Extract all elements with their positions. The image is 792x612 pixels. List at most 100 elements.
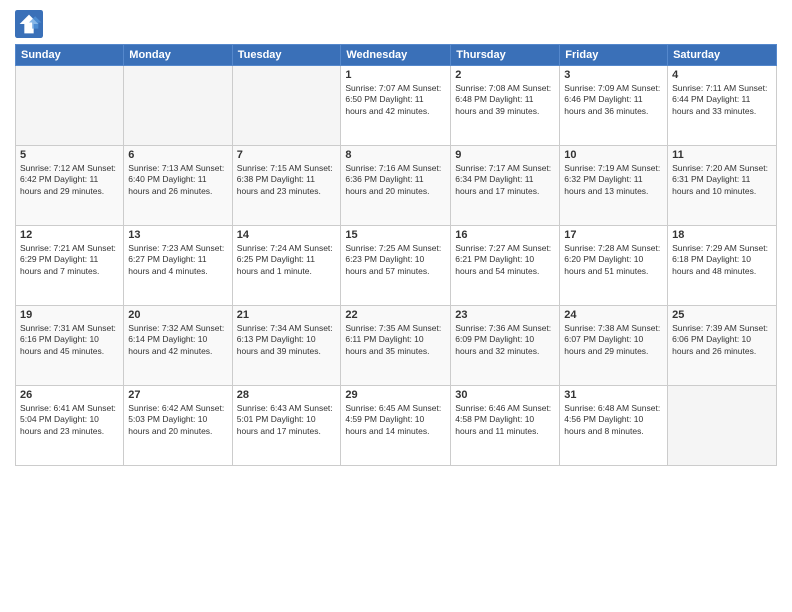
day-info: Sunrise: 7:13 AM Sunset: 6:40 PM Dayligh… [128,163,227,197]
day-info: Sunrise: 6:42 AM Sunset: 5:03 PM Dayligh… [128,403,227,437]
day-info: Sunrise: 7:19 AM Sunset: 6:32 PM Dayligh… [564,163,663,197]
day-header-thursday: Thursday [451,45,560,66]
day-number: 3 [564,69,663,81]
day-number: 29 [345,389,446,401]
calendar-cell: 8 Sunrise: 7:16 AM Sunset: 6:36 PM Daylig… [341,146,451,226]
day-info: Sunrise: 7:39 AM Sunset: 6:06 PM Dayligh… [672,323,772,357]
day-header-wednesday: Wednesday [341,45,451,66]
day-number: 4 [672,69,772,81]
day-info: Sunrise: 7:23 AM Sunset: 6:27 PM Dayligh… [128,243,227,277]
day-number: 8 [345,149,446,161]
day-number: 17 [564,229,663,241]
day-info: Sunrise: 7:16 AM Sunset: 6:36 PM Dayligh… [345,163,446,197]
day-number: 30 [455,389,555,401]
calendar-cell: 15 Sunrise: 7:25 AM Sunset: 6:23 PM Dayli… [341,226,451,306]
calendar-week-row: 12Sunrise: 7:21 AM Sunset: 6:29 PM Dayli… [16,226,777,306]
day-info: Sunrise: 7:32 AM Sunset: 6:14 PM Dayligh… [128,323,227,357]
day-number: 15 [345,229,446,241]
day-info: Sunrise: 6:43 AM Sunset: 5:01 PM Dayligh… [237,403,337,437]
day-info: Sunrise: 7:29 AM Sunset: 6:18 PM Dayligh… [672,243,772,277]
calendar-cell [16,66,124,146]
day-number: 26 [20,389,119,401]
calendar-cell [668,386,777,466]
calendar-cell: 11Sunrise: 7:20 AM Sunset: 6:31 PM Dayli… [668,146,777,226]
day-info: Sunrise: 7:36 AM Sunset: 6:09 PM Dayligh… [455,323,555,357]
day-info: Sunrise: 7:11 AM Sunset: 6:44 PM Dayligh… [672,83,772,117]
day-header-friday: Friday [560,45,668,66]
day-number: 18 [672,229,772,241]
logo [15,10,47,38]
day-number: 2 [455,69,555,81]
calendar: SundayMondayTuesdayWednesdayThursdayFrid… [15,44,777,466]
calendar-cell: 23 Sunrise: 7:36 AM Sunset: 6:09 PM Dayli… [451,306,560,386]
day-number: 31 [564,389,663,401]
day-info: Sunrise: 7:21 AM Sunset: 6:29 PM Dayligh… [20,243,119,277]
day-number: 9 [455,149,555,161]
calendar-cell: 2 Sunrise: 7:08 AM Sunset: 6:48 PM Daylig… [451,66,560,146]
calendar-week-row: 26 Sunrise: 6:41 AM Sunset: 5:04 PM Dayli… [16,386,777,466]
day-info: Sunrise: 6:48 AM Sunset: 4:56 PM Dayligh… [564,403,663,437]
calendar-cell: 27 Sunrise: 6:42 AM Sunset: 5:03 PM Dayli… [124,386,232,466]
day-info: Sunrise: 7:15 AM Sunset: 6:38 PM Dayligh… [237,163,337,197]
day-info: Sunrise: 6:45 AM Sunset: 4:59 PM Dayligh… [345,403,446,437]
calendar-cell: 30 Sunrise: 6:46 AM Sunset: 4:58 PM Dayli… [451,386,560,466]
day-info: Sunrise: 7:25 AM Sunset: 6:23 PM Dayligh… [345,243,446,277]
calendar-cell: 31 Sunrise: 6:48 AM Sunset: 4:56 PM Dayli… [560,386,668,466]
calendar-cell: 28 Sunrise: 6:43 AM Sunset: 5:01 PM Dayli… [232,386,341,466]
day-info: Sunrise: 7:08 AM Sunset: 6:48 PM Dayligh… [455,83,555,117]
day-number: 27 [128,389,227,401]
day-number: 16 [455,229,555,241]
logo-icon [15,10,43,38]
day-number: 22 [345,309,446,321]
day-number: 14 [237,229,337,241]
calendar-cell: 20 Sunrise: 7:32 AM Sunset: 6:14 PM Dayli… [124,306,232,386]
calendar-cell: 1 Sunrise: 7:07 AM Sunset: 6:50 PM Daylig… [341,66,451,146]
day-info: Sunrise: 6:46 AM Sunset: 4:58 PM Dayligh… [455,403,555,437]
calendar-cell: 7Sunrise: 7:15 AM Sunset: 6:38 PM Daylig… [232,146,341,226]
day-number: 23 [455,309,555,321]
calendar-cell: 29 Sunrise: 6:45 AM Sunset: 4:59 PM Dayli… [341,386,451,466]
day-info: Sunrise: 7:24 AM Sunset: 6:25 PM Dayligh… [237,243,337,277]
calendar-cell: 9 Sunrise: 7:17 AM Sunset: 6:34 PM Daylig… [451,146,560,226]
calendar-header-row: SundayMondayTuesdayWednesdayThursdayFrid… [16,45,777,66]
calendar-cell: 25 Sunrise: 7:39 AM Sunset: 6:06 PM Dayli… [668,306,777,386]
calendar-cell: 18 Sunrise: 7:29 AM Sunset: 6:18 PM Dayli… [668,226,777,306]
day-info: Sunrise: 7:17 AM Sunset: 6:34 PM Dayligh… [455,163,555,197]
day-number: 19 [20,309,119,321]
calendar-cell [232,66,341,146]
day-info: Sunrise: 7:34 AM Sunset: 6:13 PM Dayligh… [237,323,337,357]
header [15,10,777,38]
day-number: 13 [128,229,227,241]
day-header-tuesday: Tuesday [232,45,341,66]
calendar-cell: 21 Sunrise: 7:34 AM Sunset: 6:13 PM Dayli… [232,306,341,386]
calendar-cell: 16 Sunrise: 7:27 AM Sunset: 6:21 PM Dayli… [451,226,560,306]
calendar-cell: 12Sunrise: 7:21 AM Sunset: 6:29 PM Dayli… [16,226,124,306]
calendar-cell: 13 Sunrise: 7:23 AM Sunset: 6:27 PM Dayli… [124,226,232,306]
day-info: Sunrise: 6:41 AM Sunset: 5:04 PM Dayligh… [20,403,119,437]
day-info: Sunrise: 7:09 AM Sunset: 6:46 PM Dayligh… [564,83,663,117]
day-number: 1 [345,69,446,81]
calendar-week-row: 5Sunrise: 7:12 AM Sunset: 6:42 PM Daylig… [16,146,777,226]
calendar-cell: 17 Sunrise: 7:28 AM Sunset: 6:20 PM Dayli… [560,226,668,306]
day-number: 11 [672,149,772,161]
day-number: 28 [237,389,337,401]
calendar-week-row: 19 Sunrise: 7:31 AM Sunset: 6:16 PM Dayli… [16,306,777,386]
day-info: Sunrise: 7:38 AM Sunset: 6:07 PM Dayligh… [564,323,663,357]
day-info: Sunrise: 7:12 AM Sunset: 6:42 PM Dayligh… [20,163,119,197]
calendar-cell: 22 Sunrise: 7:35 AM Sunset: 6:11 PM Dayli… [341,306,451,386]
day-info: Sunrise: 7:35 AM Sunset: 6:11 PM Dayligh… [345,323,446,357]
calendar-cell: 14 Sunrise: 7:24 AM Sunset: 6:25 PM Dayli… [232,226,341,306]
day-number: 24 [564,309,663,321]
page: SundayMondayTuesdayWednesdayThursdayFrid… [0,0,792,612]
day-info: Sunrise: 7:31 AM Sunset: 6:16 PM Dayligh… [20,323,119,357]
calendar-cell: 10Sunrise: 7:19 AM Sunset: 6:32 PM Dayli… [560,146,668,226]
day-info: Sunrise: 7:27 AM Sunset: 6:21 PM Dayligh… [455,243,555,277]
day-number: 21 [237,309,337,321]
day-header-sunday: Sunday [16,45,124,66]
calendar-cell [124,66,232,146]
calendar-cell: 26 Sunrise: 6:41 AM Sunset: 5:04 PM Dayli… [16,386,124,466]
day-number: 20 [128,309,227,321]
day-number: 25 [672,309,772,321]
day-info: Sunrise: 7:28 AM Sunset: 6:20 PM Dayligh… [564,243,663,277]
day-info: Sunrise: 7:07 AM Sunset: 6:50 PM Dayligh… [345,83,446,117]
